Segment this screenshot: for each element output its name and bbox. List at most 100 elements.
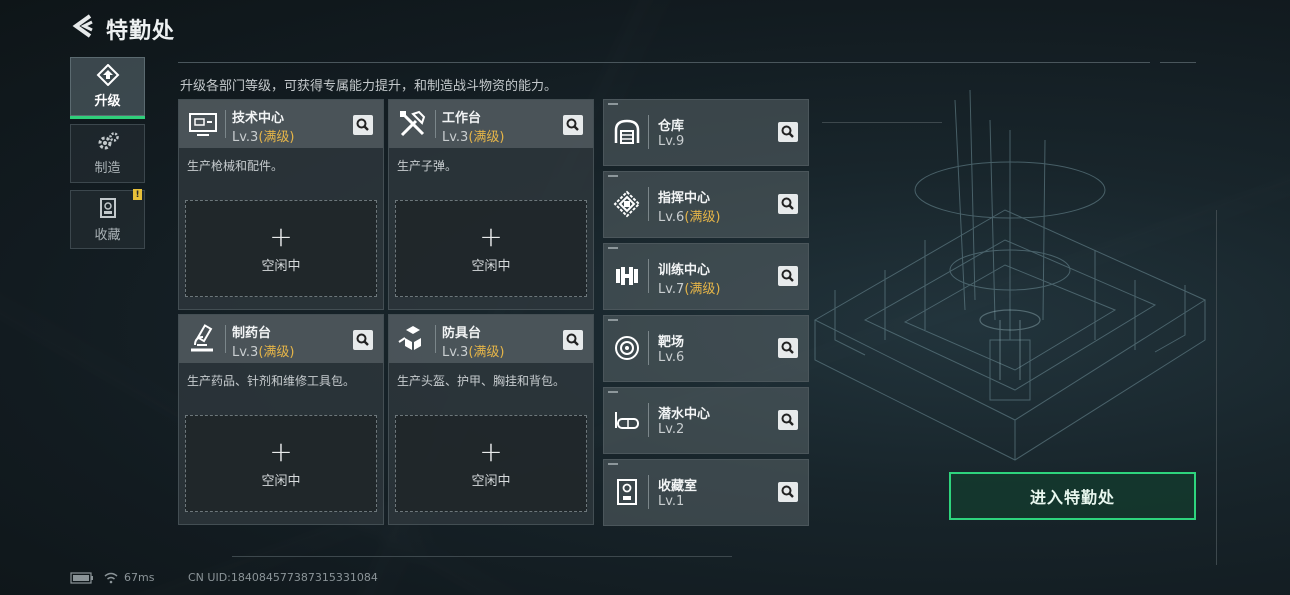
footer-deco-line (232, 556, 732, 557)
facility-name: 指挥中心 (658, 191, 711, 206)
facility-collection-room[interactable]: 收藏室 Lv.1 (603, 459, 809, 526)
ping-value: 67ms (124, 571, 155, 584)
search-icon[interactable] (353, 330, 373, 350)
computer-icon (189, 113, 217, 136)
plus-icon: + (269, 220, 293, 253)
page-title: 特勤处 (106, 19, 176, 44)
row-separator (648, 259, 649, 293)
card-name: 工作台 (442, 111, 482, 126)
idle-slot[interactable]: + 空闲中 (185, 415, 377, 512)
row-separator (648, 475, 649, 509)
alert-badge: ! (133, 189, 142, 200)
header-divider-end (1160, 62, 1196, 63)
card-separator (225, 110, 226, 138)
plus-icon: + (479, 220, 503, 253)
facility-name: 靶场 (658, 335, 685, 350)
showcase-icon (617, 479, 637, 505)
card-armor-bench[interactable]: 防具台 Lv.3(满级) 生产头盔、护甲、胸挂和背包。 + 空闲中 (388, 314, 594, 525)
card-level: Lv.3(满级) (232, 345, 295, 360)
slot-status: 空闲中 (261, 474, 301, 489)
facility-command-center[interactable]: 指挥中心 Lv.6(满级) (603, 171, 809, 238)
card-name: 防具台 (442, 326, 482, 341)
goggles-icon (615, 412, 639, 429)
search-icon[interactable] (778, 482, 798, 502)
slot-status: 空闲中 (471, 259, 511, 274)
search-icon[interactable] (563, 330, 583, 350)
card-description: 生产药品、针剂和维修工具包。 (187, 374, 356, 388)
nav-craft[interactable]: 制造 (70, 124, 145, 183)
warehouse-icon (614, 119, 640, 144)
row-separator (648, 187, 649, 221)
card-description: 生产头盔、护甲、胸挂和背包。 (397, 374, 566, 388)
search-icon[interactable] (778, 266, 798, 286)
card-workbench[interactable]: 工作台 Lv.3(满级) 生产子弹。 + 空闲中 (388, 99, 594, 310)
nav-upgrade[interactable]: 升级 (70, 57, 145, 119)
tools-icon (400, 110, 426, 137)
idle-slot[interactable]: + 空闲中 (395, 200, 587, 297)
slot-status: 空闲中 (261, 259, 301, 274)
card-separator (435, 325, 436, 353)
card-name: 制药台 (232, 326, 272, 341)
battery-icon (70, 572, 93, 584)
slot-status: 空闲中 (471, 474, 511, 489)
facility-name: 收藏室 (658, 479, 698, 494)
nav-collection-label: 收藏 (94, 228, 121, 243)
facility-name: 训练中心 (658, 263, 711, 278)
facility-level: Lv.1 (658, 494, 685, 509)
hud-deco-line (822, 122, 942, 123)
page-description: 升级各部门等级，可获得专属能力提升，和制造战斗物资的能力。 (180, 79, 558, 94)
user-uid: CN UID:18408457738731533108​4 (188, 571, 378, 584)
plus-icon: + (479, 435, 503, 468)
card-level: Lv.3(满级) (442, 130, 505, 145)
card-level: Lv.3(满级) (232, 130, 295, 145)
search-icon[interactable] (778, 338, 798, 358)
card-pharmacy[interactable]: 制药台 Lv.3(满级) 生产药品、针剂和维修工具包。 + 空闲中 (178, 314, 384, 525)
facility-level: Lv.9 (658, 134, 685, 149)
nav-upgrade-label: 升级 (94, 94, 121, 109)
idle-slot[interactable]: + 空闲中 (185, 200, 377, 297)
row-separator (648, 403, 649, 437)
facility-diving-center[interactable]: 潜水中心 Lv.2 (603, 387, 809, 454)
facility-training-center[interactable]: 训练中心 Lv.7(满级) (603, 243, 809, 310)
search-icon[interactable] (778, 194, 798, 214)
facility-name: 潜水中心 (658, 407, 711, 422)
card-description: 生产子弹。 (397, 159, 458, 173)
card-name: 技术中心 (232, 111, 285, 126)
card-level: Lv.3(满级) (442, 345, 505, 360)
target-icon (615, 336, 639, 360)
facility-name: 仓库 (658, 119, 685, 134)
plus-icon: + (269, 435, 293, 468)
command-icon (613, 190, 641, 218)
card-description: 生产枪械和配件。 (187, 159, 284, 173)
row-separator (648, 331, 649, 365)
search-icon[interactable] (353, 115, 373, 135)
facility-level: Lv.6(满级) (658, 210, 721, 225)
nav-collection[interactable]: ! 收藏 (70, 189, 145, 249)
facility-level: Lv.6 (658, 350, 685, 365)
dumbbell-icon (616, 267, 638, 285)
wifi-icon (104, 572, 118, 584)
header-divider (178, 62, 1150, 63)
search-icon[interactable] (778, 410, 798, 430)
nav-craft-label: 制造 (94, 161, 121, 176)
search-icon[interactable] (563, 115, 583, 135)
card-tech-center[interactable]: 技术中心 Lv.3(满级) 生产枪械和配件。 + 空闲中 (178, 99, 384, 310)
enter-special-ops-button[interactable]: 进入特勤处 (949, 472, 1196, 520)
microscope-icon (191, 324, 213, 352)
upgrade-icon (96, 64, 119, 86)
facility-level: Lv.7(满级) (658, 282, 721, 297)
facility-shooting-range[interactable]: 靶场 Lv.6 (603, 315, 809, 382)
base-hologram-illustration (813, 90, 1207, 461)
cubes-icon (398, 326, 421, 350)
facility-level: Lv.2 (658, 422, 685, 437)
facility-warehouse[interactable]: 仓库 Lv.9 (603, 99, 809, 166)
search-icon[interactable] (778, 122, 798, 142)
back-arrow-icon[interactable] (70, 13, 96, 39)
idle-slot[interactable]: + 空闲中 (395, 415, 587, 512)
gears-icon (98, 132, 119, 150)
collection-icon (99, 198, 116, 218)
row-separator (648, 115, 649, 149)
card-separator (435, 110, 436, 138)
right-deco-line (1216, 210, 1217, 565)
card-separator (225, 325, 226, 353)
